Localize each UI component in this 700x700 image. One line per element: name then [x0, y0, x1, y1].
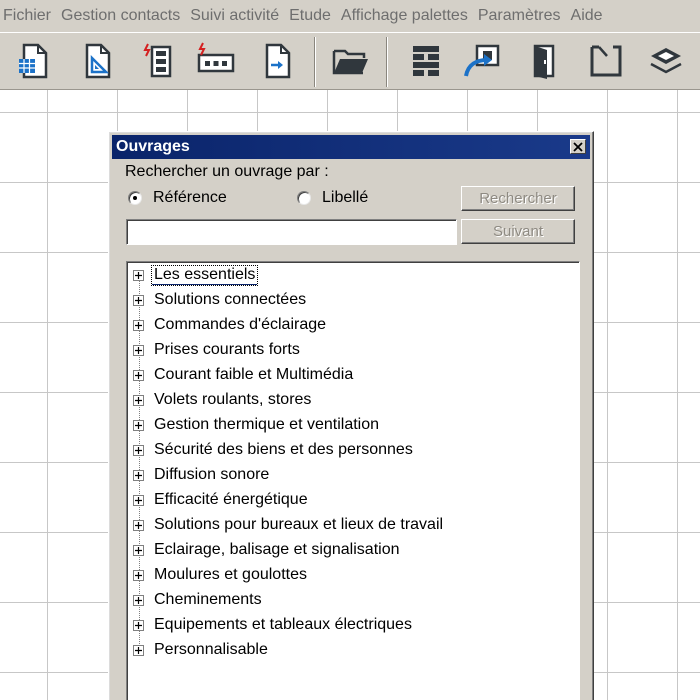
tree-item-label: Commandes d'éclairage [154, 316, 327, 333]
tree-item[interactable]: Diffusion sonore [133, 464, 271, 486]
radio-libelle-label: Libellé [322, 189, 369, 206]
toolbar-separator [314, 37, 316, 87]
electrical-panel-icon [143, 43, 172, 78]
menu-affichage-palettes[interactable]: Affichage palettes [340, 7, 476, 25]
tree-item[interactable]: Equipements et tableaux électriques [133, 614, 414, 636]
wall-button[interactable] [406, 41, 446, 81]
electrical-strip-icon [197, 42, 235, 73]
document-table-button[interactable] [14, 41, 54, 81]
next-button[interactable]: Suivant [461, 219, 575, 244]
expand-plus-icon[interactable] [133, 619, 144, 631]
tree-item-label: Equipements et tableaux électriques [154, 616, 412, 633]
room-button[interactable] [586, 41, 626, 81]
tree-item-label: Eclairage, balisage et signalisation [154, 541, 400, 558]
expand-plus-icon[interactable] [133, 569, 144, 581]
search-by-label: Rechercher un ouvrage par : [125, 163, 329, 180]
open-folder-button[interactable] [330, 41, 370, 81]
search-input[interactable] [126, 219, 457, 245]
menu-aide[interactable]: Aide [570, 7, 611, 25]
close-button[interactable] [570, 139, 586, 154]
tree-item[interactable]: Moulures et goulottes [133, 564, 309, 586]
menu-fichier[interactable]: Fichier [2, 7, 59, 25]
folder-open-icon [332, 49, 368, 75]
expand-plus-icon[interactable] [133, 644, 144, 656]
document-table-icon [19, 43, 48, 79]
tree-item[interactable]: Prises courants forts [133, 339, 302, 361]
radio-reference-circle[interactable] [128, 191, 142, 205]
expand-plus-icon[interactable] [133, 394, 144, 406]
search-button[interactable]: Rechercher [461, 186, 575, 211]
tree-item-label: Personnalisable [154, 641, 268, 658]
document-ruler-icon [85, 43, 111, 79]
tree-item-label: Solutions connectées [154, 291, 307, 308]
layers-button[interactable] [646, 41, 686, 81]
tree-item-label: Cheminements [154, 591, 262, 608]
tree-item-label: Courant faible et Multimédia [154, 366, 354, 383]
menu-suivi-activite[interactable]: Suivi activité [189, 7, 287, 25]
room-outline-icon [590, 45, 622, 77]
tree-item-label: Gestion thermique et ventilation [154, 416, 380, 433]
door-icon [533, 44, 555, 79]
tree-item[interactable]: Efficacité énergétique [133, 489, 310, 511]
expand-plus-icon[interactable] [133, 544, 144, 556]
export-button[interactable] [462, 41, 502, 81]
layers-icon [650, 48, 682, 74]
document-arrow-button[interactable] [258, 41, 298, 81]
tree-item[interactable]: Cheminements [133, 589, 264, 611]
close-icon [573, 141, 583, 152]
expand-plus-icon[interactable] [133, 294, 144, 306]
menu-etude[interactable]: Etude [288, 7, 339, 25]
tree-item[interactable]: Volets roulants, stores [133, 389, 313, 411]
expand-plus-icon[interactable] [133, 494, 144, 506]
dialog-title: Ouvrages [116, 138, 190, 155]
expand-plus-icon[interactable] [133, 344, 144, 356]
tree-item-label: Volets roulants, stores [154, 391, 312, 408]
radio-reference-label: Référence [153, 189, 227, 206]
tree-item[interactable]: Courant faible et Multimédia [133, 364, 355, 386]
radio-selected-dot [133, 196, 137, 200]
dialog-title-bar[interactable]: Ouvrages [112, 135, 590, 159]
menu-gestion-contacts[interactable]: Gestion contacts [60, 7, 188, 25]
tree-item[interactable]: Commandes d'éclairage [133, 314, 328, 336]
tree-item-label: Efficacité énergétique [154, 491, 308, 508]
expand-plus-icon[interactable] [133, 369, 144, 381]
tree-item-label: Diffusion sonore [154, 466, 270, 483]
radio-libelle[interactable]: Libellé [297, 189, 368, 207]
expand-plus-icon[interactable] [133, 269, 144, 281]
expand-plus-icon[interactable] [133, 469, 144, 481]
tree-item[interactable]: Gestion thermique et ventilation [133, 414, 381, 436]
tree-item-label: Moulures et goulottes [154, 566, 307, 583]
expand-plus-icon[interactable] [133, 519, 144, 531]
tree-item[interactable]: Solutions connectées [133, 289, 308, 311]
export-arrow-icon [464, 44, 500, 77]
document-ruler-button[interactable] [78, 41, 118, 81]
expand-plus-icon[interactable] [133, 319, 144, 331]
electrical-strip-button[interactable] [196, 41, 236, 81]
door-button[interactable] [524, 41, 564, 81]
electrical-panel-button[interactable] [140, 41, 180, 81]
expand-plus-icon[interactable] [133, 444, 144, 456]
radio-libelle-circle[interactable] [297, 191, 311, 205]
toolbar [0, 32, 700, 90]
tree-item[interactable]: Solutions pour bureaux et lieux de trava… [133, 514, 445, 536]
menu-parametres[interactable]: Paramètres [477, 7, 569, 25]
expand-plus-icon[interactable] [133, 419, 144, 431]
document-arrow-icon [265, 43, 291, 79]
tree-item[interactable]: Les essentiels [133, 264, 259, 286]
tree-item[interactable]: Sécurité des biens et des personnes [133, 439, 415, 461]
radio-reference[interactable]: Référence [128, 189, 227, 207]
tree-item-label: Solutions pour bureaux et lieux de trava… [154, 516, 444, 533]
tree-item[interactable]: Personnalisable [133, 639, 270, 661]
expand-plus-icon[interactable] [133, 594, 144, 606]
tree-item-label: Sécurité des biens et des personnes [154, 441, 413, 458]
ouvrages-dialog: Ouvrages Rechercher un ouvrage par : Réf… [108, 131, 594, 700]
tree-item-label: Les essentiels [150, 264, 259, 286]
wall-brick-icon [413, 46, 439, 76]
tree-item[interactable]: Eclairage, balisage et signalisation [133, 539, 401, 561]
tree-item-label: Prises courants forts [154, 341, 300, 358]
ouvrages-tree[interactable]: Les essentiels Solutions connectées Comman… [126, 261, 580, 700]
toolbar-separator [386, 37, 388, 87]
menu-bar: Fichier Gestion contacts Suivi activité … [0, 0, 700, 32]
